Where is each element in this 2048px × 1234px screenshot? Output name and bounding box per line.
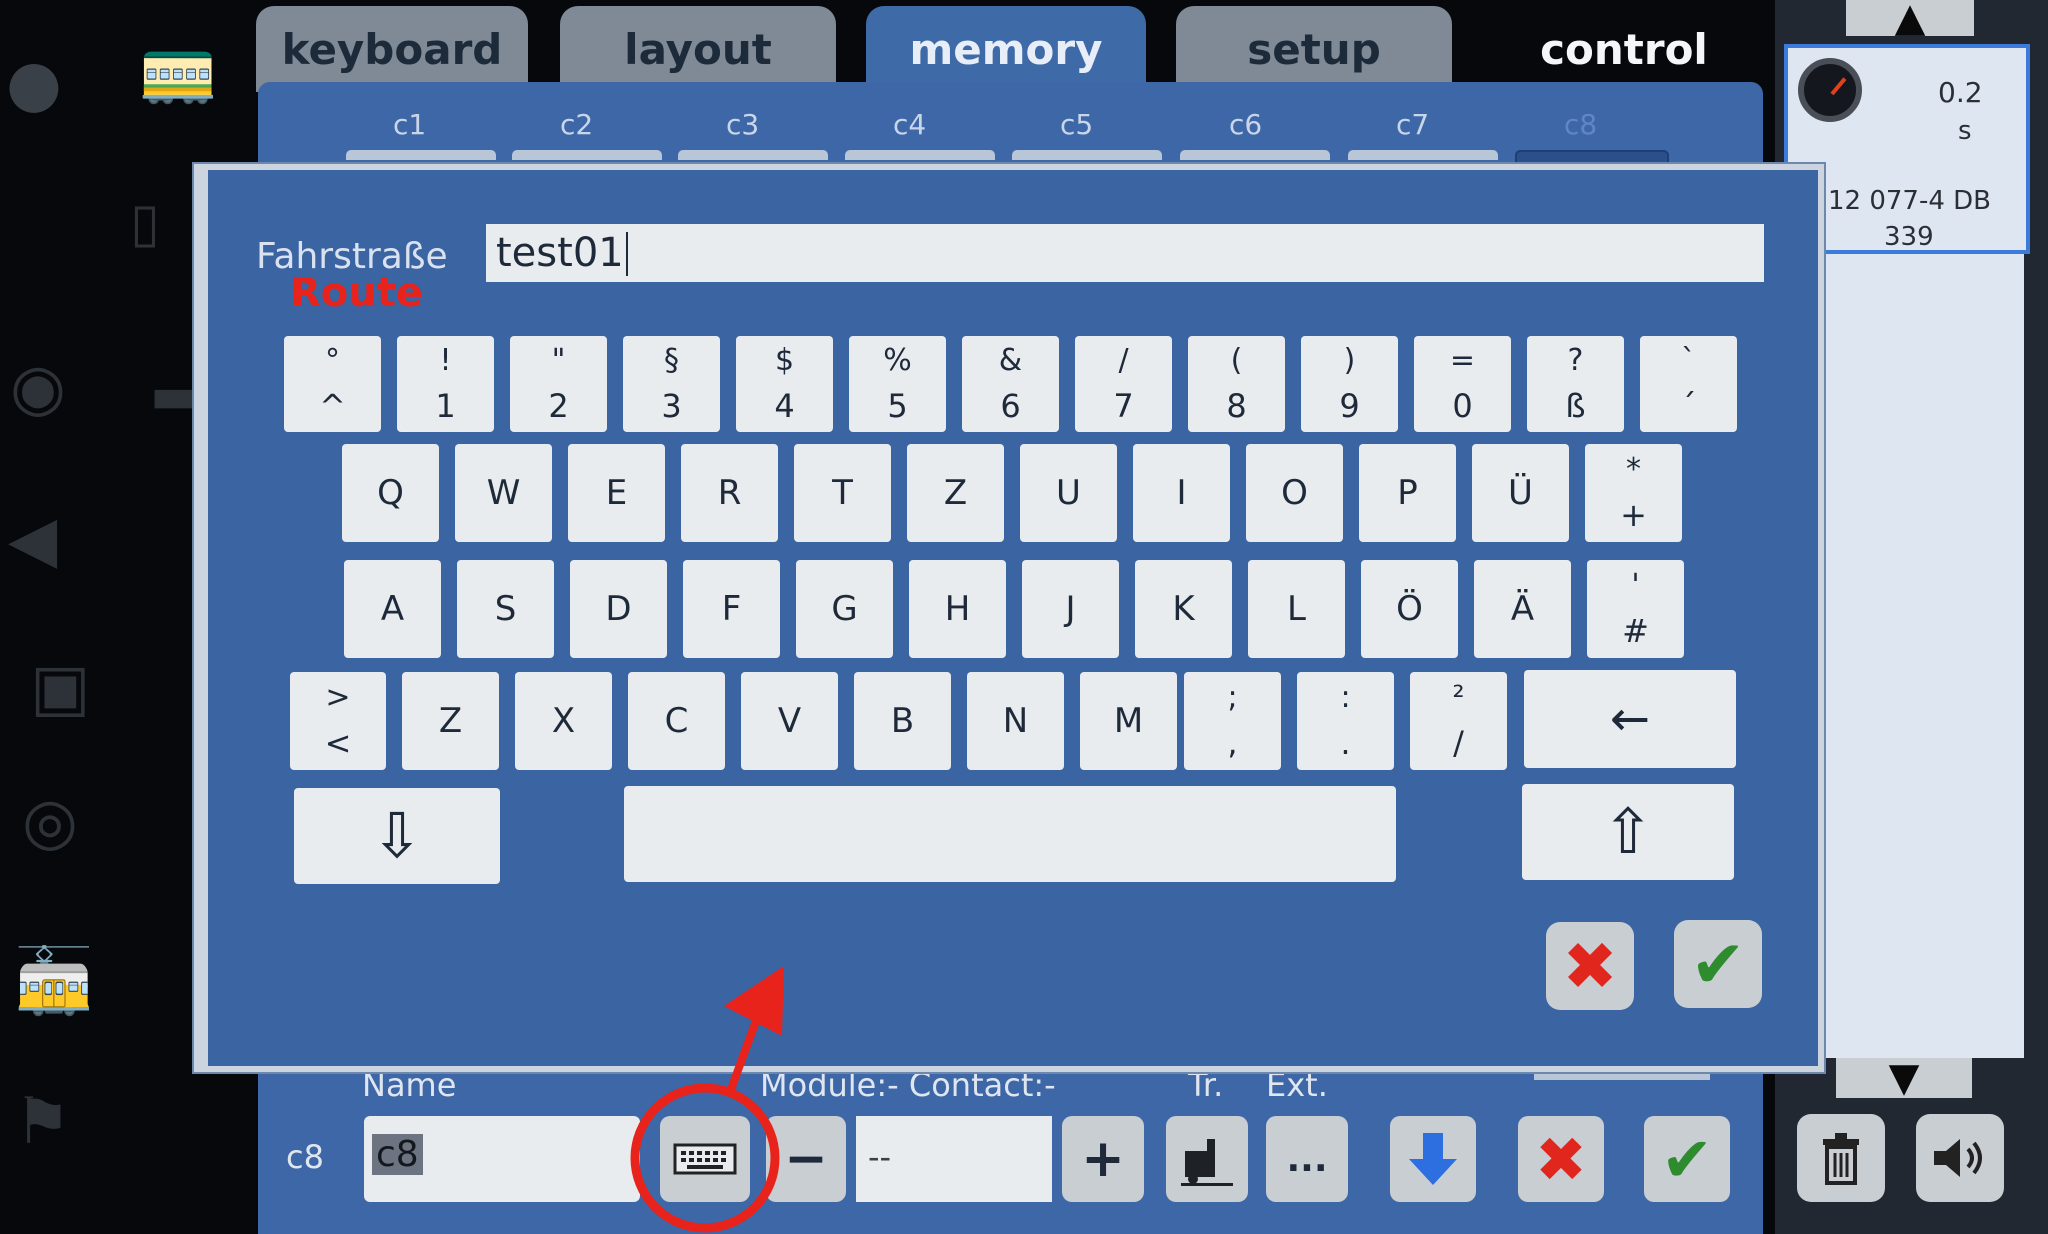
annotation-overlay — [630, 966, 784, 1233]
annotation-arrow-line — [726, 1008, 764, 1094]
annotation-circle — [630, 1083, 780, 1233]
